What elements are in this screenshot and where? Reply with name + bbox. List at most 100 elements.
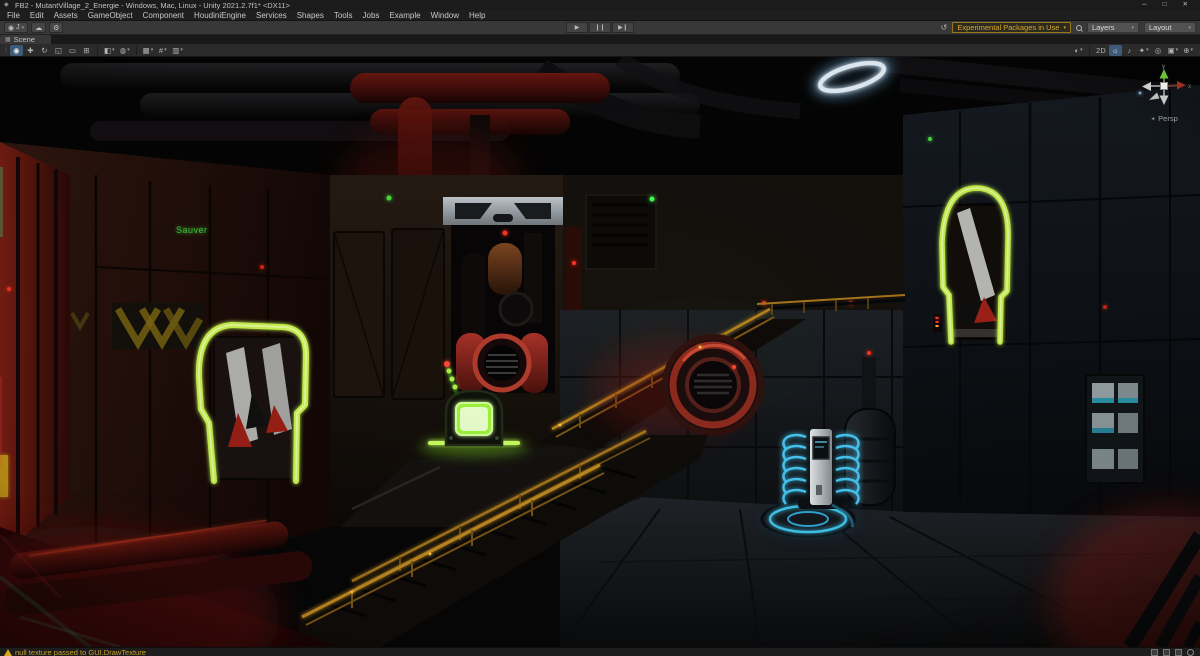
increment-snap-button[interactable]: # ▾ xyxy=(156,45,169,56)
menubar: File Edit Assets GameObject Component Ho… xyxy=(0,10,1200,21)
tab-scene[interactable]: ▦ Scene xyxy=(0,35,51,44)
camera-settings-button[interactable]: ▣ ▾ xyxy=(1166,45,1181,56)
persp-arrow-icon: ◄ xyxy=(1150,116,1155,122)
move-tool-icon: ✚ xyxy=(27,46,33,55)
toolbar-separator xyxy=(1089,46,1090,55)
tabbar: ▦ Scene xyxy=(0,35,1200,44)
console-status-message[interactable]: null texture passed to GUI.DrawTexture xyxy=(15,648,146,656)
effects-button[interactable]: ✦ ▾ xyxy=(1137,45,1151,56)
gizmo-axes[interactable]: y x xyxy=(1136,61,1192,108)
close-button[interactable]: ✕ xyxy=(1183,0,1188,10)
scale-tool-button[interactable]: ◱ xyxy=(52,45,65,56)
orientation-toggle-button[interactable]: ◍ ▾ xyxy=(118,45,132,56)
scene-render[interactable]: Sauver xyxy=(0,57,1200,647)
layers-dropdown[interactable]: Layers ▾ xyxy=(1087,22,1139,33)
layout-dropdown[interactable]: Layout ▾ xyxy=(1144,22,1196,33)
step-icon: ▶❙ xyxy=(618,24,628,31)
menu-shapes[interactable]: Shapes xyxy=(292,10,329,21)
chevron-down-icon: ▾ xyxy=(1131,25,1134,31)
gizmo-z-axis[interactable] xyxy=(1149,93,1160,101)
rect-tool-button[interactable]: ▭ xyxy=(66,45,79,56)
menu-help[interactable]: Help xyxy=(464,10,490,21)
layers-label: Layers xyxy=(1092,23,1115,32)
history-icon[interactable]: ↺ xyxy=(941,23,948,32)
gizmo-x-axis[interactable] xyxy=(1177,81,1186,90)
camera-icon: ▣ xyxy=(1168,46,1175,55)
overlay-drag-handle[interactable]: ⁞ xyxy=(5,47,7,54)
status-tool-icon-1[interactable] xyxy=(1151,649,1158,656)
maximize-button[interactable]: □ xyxy=(1163,0,1167,10)
scene-viewport[interactable]: Sauver xyxy=(0,57,1200,647)
gizmo-x-line xyxy=(1167,86,1177,87)
scene-audio-button[interactable]: ♪ xyxy=(1123,45,1136,56)
cloud-icon: ☁ xyxy=(35,24,42,32)
2d-label: 2D xyxy=(1096,46,1106,55)
chevron-down-icon: ▾ xyxy=(1080,47,1083,53)
snap-increment-icon: # xyxy=(159,46,163,55)
pause-button[interactable]: ❙❙ xyxy=(589,22,611,33)
shading-mode-button[interactable]: ◐ ▾ xyxy=(1072,45,1085,56)
play-button[interactable]: ▶ xyxy=(566,22,588,33)
gizmo-y-axis[interactable] xyxy=(1160,69,1169,79)
menu-example[interactable]: Example xyxy=(384,10,425,21)
menu-jobs[interactable]: Jobs xyxy=(358,10,385,21)
statusbar[interactable]: null texture passed to GUI.DrawTexture xyxy=(0,647,1200,656)
menu-services[interactable]: Services xyxy=(251,10,292,21)
search-icon[interactable] xyxy=(1076,25,1082,31)
transform-tool-button[interactable]: ⊞ xyxy=(80,45,93,56)
layout-label: Layout xyxy=(1149,23,1172,32)
status-tool-icon-3[interactable] xyxy=(1175,649,1182,656)
menu-tools[interactable]: Tools xyxy=(329,10,358,21)
toolbar-separator xyxy=(97,46,98,55)
projection-toggle[interactable]: ◄ Persp xyxy=(1134,114,1194,123)
menu-houdiniengine[interactable]: HoudiniEngine xyxy=(189,10,251,21)
chevron-down-icon: ▾ xyxy=(112,47,115,53)
view-tool-icon: ◉ xyxy=(13,46,20,55)
toolbar-separator xyxy=(136,46,137,55)
cloud-button[interactable]: ☁ xyxy=(31,22,46,33)
chevron-down-icon: ▾ xyxy=(22,25,25,31)
effects-star-icon: ✦ xyxy=(1139,46,1145,55)
gizmo-center-cube[interactable] xyxy=(1161,83,1168,90)
scene-visibility-button[interactable]: ◎ xyxy=(1152,45,1165,56)
grid-visibility-button[interactable]: ▦ ▾ xyxy=(141,45,156,56)
menu-edit[interactable]: Edit xyxy=(25,10,49,21)
experimental-packages-badge[interactable]: Experimental Packages in Use ▾ xyxy=(952,22,1071,33)
transform-tool-icon: ⊞ xyxy=(83,46,89,55)
scene-toolbar-right: ◐ ▾ 2D ☼ ♪ ✦ ▾ ◎ ▣ ▾ ⊕ ▾ xyxy=(1072,45,1197,56)
menu-file[interactable]: File xyxy=(2,10,25,21)
menu-component[interactable]: Component xyxy=(138,10,189,21)
2d-mode-button[interactable]: 2D xyxy=(1094,45,1108,56)
chevron-down-icon: ▾ xyxy=(1176,47,1179,53)
status-tool-icon-2[interactable] xyxy=(1163,649,1170,656)
gizmo-left-axis[interactable] xyxy=(1142,82,1151,91)
account-button[interactable]: ◉ J ▾ xyxy=(4,22,28,33)
minimize-button[interactable]: ─ xyxy=(1142,0,1147,10)
play-controls: ▶ ❙❙ ▶❙ xyxy=(566,22,634,33)
rotate-tool-button[interactable]: ↻ xyxy=(38,45,51,56)
scene-toolbar: ⁞ ◉ ✚ ↻ ◱ ▭ ⊞ ◧ ▾ ◍ ▾ ▦ ▾ # ▾ ▥ ▾ ◐ ▾ xyxy=(0,44,1200,57)
statusbar-right xyxy=(1151,649,1196,656)
warning-icon xyxy=(4,649,12,656)
gizmos-button[interactable]: ⊕ ▾ xyxy=(1181,45,1195,56)
shaded-sphere-icon: ◐ xyxy=(1075,46,1080,55)
gizmo-down-axis[interactable] xyxy=(1160,96,1169,106)
snap-grid-icon: ▥ xyxy=(172,46,179,55)
view-tool-button[interactable]: ◉ xyxy=(10,45,23,56)
grid-snap-button[interactable]: ▥ ▾ xyxy=(170,45,185,56)
chevron-down-icon: ▾ xyxy=(1063,25,1066,31)
services-button[interactable]: ⚙ xyxy=(49,22,63,33)
menu-gameobject[interactable]: GameObject xyxy=(83,10,138,21)
orientation-gizmo[interactable]: y x ◄ Persp xyxy=(1134,61,1194,123)
pivot-toggle-button[interactable]: ◧ ▾ xyxy=(102,45,117,56)
pause-icon: ❙❙ xyxy=(595,24,605,31)
scene-lighting-button[interactable]: ☼ xyxy=(1109,45,1122,56)
chevron-down-icon: ▾ xyxy=(1188,25,1191,31)
menu-window[interactable]: Window xyxy=(426,10,464,21)
move-tool-button[interactable]: ✚ xyxy=(24,45,37,56)
step-button[interactable]: ▶❙ xyxy=(612,22,634,33)
unity-app-icon: ◆ xyxy=(4,2,11,9)
progress-activity-icon[interactable] xyxy=(1187,649,1194,656)
menu-assets[interactable]: Assets xyxy=(49,10,83,21)
globe-icon: ◍ xyxy=(120,46,127,55)
